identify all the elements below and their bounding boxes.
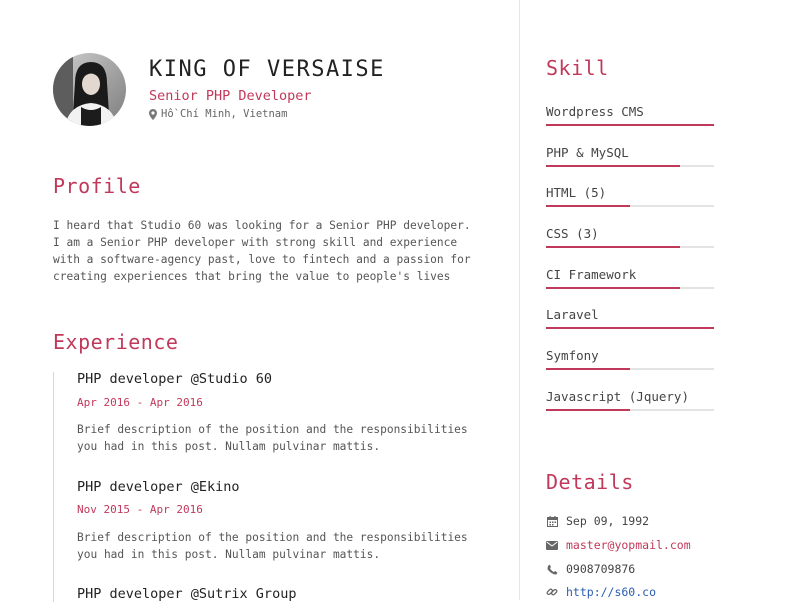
details-heading: Details [546,470,634,494]
skill-heading: Skill [546,56,609,80]
birthday-text: Sep 09, 1992 [566,514,650,528]
skill-item: Symfony [546,348,714,370]
envelope-icon [546,539,558,551]
avatar [53,53,126,126]
skill-item: CI Framework [546,267,714,289]
skill-label: PHP & MySQL [546,145,629,160]
skill-item: Javascript (Jquery) [546,389,714,411]
skill-level-bar [546,246,681,248]
email-link[interactable]: master@yopmail.com [566,538,691,552]
skill-track [546,165,714,167]
job-description-line: you had in this post. Nullam pulvinar ma… [77,548,381,561]
skill-item: Wordpress CMS [546,104,714,126]
phone-icon [546,563,558,575]
job-date: Apr 2016 - Apr 2016 [77,396,203,409]
skill-label: CI Framework [546,267,637,282]
skill-level-bar [546,287,681,289]
profile-heading: Profile [53,174,141,198]
skill-track [546,287,714,289]
phone-text: 0908709876 [566,562,636,576]
profile-photo [53,53,126,126]
skill-track [546,124,714,126]
profile-line: I am a Senior PHP developer with strong … [53,236,458,249]
detail-website: http://s60.co [546,585,656,599]
detail-phone: 0908709876 [546,562,635,576]
skill-track [546,368,714,370]
skill-item: PHP & MySQL [546,145,714,167]
candidate-role: Senior PHP Developer [149,88,312,104]
profile-line: with a software-agency past, love to fin… [53,253,471,266]
skill-item: HTML (5) [546,185,714,207]
profile-line: I heard that Studio 60 was looking for a… [53,219,471,232]
job-description: Brief description of the position and th… [77,529,477,563]
resume-main-column: KING OF VERSAISE Senior PHP Developer Hồ… [0,0,519,602]
skill-track [546,327,714,329]
candidate-name: KING OF VERSAISE [149,57,385,82]
job-description-line: Brief description of the position and th… [77,531,468,544]
skill-level-bar [546,165,681,167]
skill-track [546,409,714,411]
skill-level-bar [546,124,714,126]
job-title: PHP developer @Studio 60 [77,371,273,387]
skill-label: CSS (3) [546,226,599,241]
skill-level-bar [546,327,714,329]
skill-label: Symfony [546,348,599,363]
detail-email: master@yopmail.com [546,538,691,552]
skill-track [546,205,714,207]
experience-timeline [53,372,54,602]
candidate-location: Hồ Chí Minh, Vietnam [149,108,287,120]
skill-item: CSS (3) [546,226,714,248]
experience-heading: Experience [53,330,179,354]
profile-text: I heard that Studio 60 was looking for a… [53,217,471,285]
website-link[interactable]: http://s60.co [566,585,656,599]
job-date: Nov 2015 - Apr 2016 [77,503,203,516]
detail-birthday: Sep 09, 1992 [546,514,649,528]
job-description-line: you had in this post. Nullam pulvinar ma… [77,440,381,453]
location-text: Hồ Chí Minh, Vietnam [161,108,288,120]
skill-item: Laravel [546,307,714,329]
skill-level-bar [546,409,630,411]
job-description: Brief description of the position and th… [77,421,477,455]
skill-level-bar [546,368,630,370]
profile-line: creating experiences that bring the valu… [53,270,451,283]
resume-sidebar: Skill Wordpress CMS PHP & MySQL HTML (5)… [520,0,800,600]
skill-level-bar [546,205,630,207]
skill-label: Laravel [546,307,599,322]
job-description-line: Brief description of the position and th… [77,423,468,436]
calendar-icon [546,515,558,527]
map-marker-icon [149,108,157,120]
skill-label: Javascript (Jquery) [546,389,689,404]
skill-label: HTML (5) [546,185,607,200]
job-title: PHP developer @Ekino [77,479,240,495]
link-icon [546,586,558,598]
skill-label: Wordpress CMS [546,104,644,119]
skill-track [546,246,714,248]
